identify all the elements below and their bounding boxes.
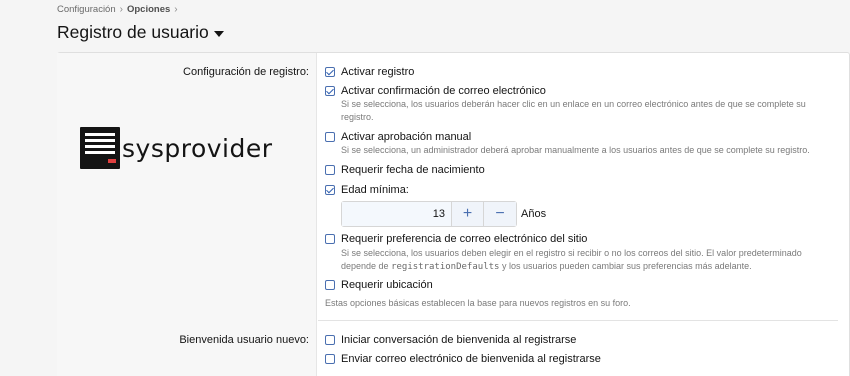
option-hint: Si se selecciona, los usuarios deben ele… <box>341 247 836 274</box>
checkbox[interactable] <box>325 185 335 195</box>
option-label: Edad mínima: <box>341 184 409 196</box>
option-label: Activar confirmación de correo electróni… <box>341 85 546 97</box>
breadcrumb-item-opciones[interactable]: Opciones <box>127 4 170 15</box>
min-age-input[interactable]: 13 <box>342 202 452 226</box>
registration-footer-hint: Estas opciones básicas establecen la bas… <box>325 298 631 308</box>
option-email-preference[interactable]: Requerir preferencia de correo electróni… <box>325 233 587 245</box>
option-label: Requerir preferencia de correo electróni… <box>341 233 588 245</box>
option-require-dob[interactable]: Requerir fecha de nacimiento <box>325 164 485 176</box>
logo: sysprovider <box>80 127 273 169</box>
checkbox[interactable] <box>325 67 335 77</box>
decrement-button[interactable]: − <box>484 202 516 226</box>
option-enable-registration[interactable]: Activar registro <box>325 66 414 78</box>
option-manual-approval[interactable]: Activar aprobación manual <box>325 131 471 143</box>
label-column <box>57 53 317 376</box>
option-email-confirmation[interactable]: Activar confirmación de correo electróni… <box>325 85 546 97</box>
increment-button[interactable]: + <box>452 202 484 226</box>
chevron-right-icon: › <box>174 4 178 15</box>
chevron-right-icon: › <box>119 4 123 15</box>
registration-settings-label: Configuración de registro: <box>183 66 309 78</box>
breadcrumb: Configuración › Opciones › <box>57 4 178 15</box>
logo-text: sysprovider <box>122 133 273 163</box>
divider <box>318 320 838 321</box>
option-label: Enviar correo electrónico de bienvenida … <box>341 353 601 365</box>
checkbox[interactable] <box>325 165 335 175</box>
option-welcome-conversation[interactable]: Iniciar conversación de bienvenida al re… <box>325 334 576 346</box>
min-age-unit: Años <box>521 208 547 220</box>
option-hint: Si se selecciona, los usuarios deberán h… <box>341 99 806 122</box>
checkbox[interactable] <box>325 280 335 290</box>
page-title-text: Registro de usuario <box>57 22 209 42</box>
option-label: Activar registro <box>341 66 415 78</box>
checkbox[interactable] <box>325 234 335 244</box>
caret-down-icon <box>213 30 224 37</box>
checkbox[interactable] <box>325 354 335 364</box>
hint-text: y los usuarios pueden cambiar sus prefer… <box>501 261 752 271</box>
option-label: Requerir fecha de nacimiento <box>341 164 485 176</box>
checkbox[interactable] <box>325 132 335 142</box>
welcome-label: Bienvenida usuario nuevo: <box>179 334 309 346</box>
option-minimum-age[interactable]: Edad mínima: <box>325 184 409 196</box>
min-age-stepper[interactable]: 13 + − <box>341 201 517 227</box>
page-title[interactable]: Registro de usuario <box>57 22 224 43</box>
checkbox[interactable] <box>325 86 335 96</box>
breadcrumb-item-configuracion[interactable]: Configuración <box>57 4 116 15</box>
logo-server-icon <box>80 127 120 169</box>
option-label: Iniciar conversación de bienvenida al re… <box>341 334 577 346</box>
checkbox[interactable] <box>325 335 335 345</box>
option-label: Requerir ubicación <box>341 279 433 291</box>
option-require-location[interactable]: Requerir ubicación <box>325 279 433 291</box>
option-hint: Si se selecciona, un administrador deber… <box>341 145 810 155</box>
option-label: Activar aprobación manual <box>341 131 472 143</box>
option-welcome-email[interactable]: Enviar correo electrónico de bienvenida … <box>325 353 601 365</box>
hint-code: registrationDefaults <box>391 262 500 272</box>
